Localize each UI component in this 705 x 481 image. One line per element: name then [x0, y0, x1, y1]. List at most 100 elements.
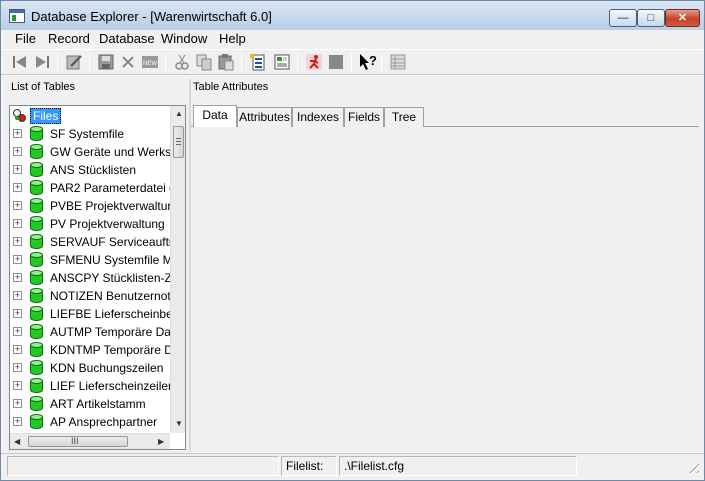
expand-icon[interactable]: +: [13, 381, 22, 390]
tab-attributes[interactable]: Attributes: [237, 107, 292, 127]
columns-icon[interactable]: [389, 53, 407, 71]
expand-icon[interactable]: +: [13, 327, 22, 336]
database-table-icon: [30, 252, 43, 267]
title-bar[interactable]: Database Explorer - [Warenwirtschaft 6.0…: [1, 1, 704, 31]
tree-item-label: NOTIZEN Benutzernoti: [50, 289, 174, 303]
tree-item-label: ART Artikelstamm: [50, 397, 146, 411]
database-table-icon: [30, 378, 43, 393]
tab-content-panel: [191, 127, 699, 451]
last-record-icon[interactable]: [33, 53, 51, 71]
menu-database[interactable]: Database: [99, 31, 155, 46]
tables-tree[interactable]: Files + SF Systemfile + GW Geräte und Werks…: [9, 105, 186, 450]
tree-item-label: SF Systemfile: [50, 127, 125, 141]
expand-icon[interactable]: +: [13, 165, 22, 174]
maximize-button[interactable]: □: [637, 9, 665, 27]
toolbar-separator: [241, 53, 242, 73]
expand-icon[interactable]: +: [13, 399, 22, 408]
status-cell-empty: [7, 456, 279, 476]
table-list-icon[interactable]: [273, 53, 291, 71]
expand-icon[interactable]: +: [13, 219, 22, 228]
new-icon-label: NEW: [143, 61, 157, 67]
scroll-down-arrow-icon[interactable]: ▼: [175, 419, 183, 428]
svg-text:?: ?: [369, 53, 377, 68]
toolbar-separator: [165, 53, 166, 73]
tree-item-label: PVBE Projektverwaltur: [50, 199, 172, 213]
cut-icon[interactable]: [173, 53, 191, 71]
scroll-thumb-grip: III: [71, 436, 79, 446]
tree-item-label: AP Ansprechpartner: [50, 415, 158, 429]
files-root-icon: [12, 108, 28, 124]
tree-item-label: ANS Stücklisten: [50, 163, 137, 177]
expand-icon[interactable]: +: [13, 129, 22, 138]
database-table-icon: [30, 342, 43, 357]
status-filelist-label: Filelist:: [281, 456, 337, 476]
save-icon[interactable]: [97, 53, 115, 71]
close-button[interactable]: ✕: [665, 9, 700, 27]
tree-item-label: LIEFBE Lieferscheinbes: [50, 307, 179, 321]
tree-item-label: SERVAUF Serviceauftra: [50, 235, 180, 249]
tab-indexes[interactable]: Indexes: [292, 107, 344, 127]
tree-item-label: KDN Buchungszeilen: [50, 361, 164, 375]
database-table-icon: [30, 180, 43, 195]
database-table-icon: [30, 162, 43, 177]
tree-vertical-scrollbar[interactable]: ▲ ▼: [170, 106, 185, 433]
stop-icon[interactable]: [327, 53, 345, 71]
expand-icon[interactable]: +: [13, 363, 22, 372]
list-of-tables-header: List of Tables: [11, 81, 76, 93]
edit-icon[interactable]: [65, 53, 83, 71]
expand-icon[interactable]: +: [13, 201, 22, 210]
toolbar-separator: [57, 53, 58, 73]
menu-bar: File Record Database Window Help: [1, 30, 704, 48]
tree-item-label: GW Geräte und Werkst: [50, 145, 175, 159]
attribute-tabs: Data Attributes Indexes Fields Tree: [191, 105, 699, 128]
new-icon[interactable]: NEW: [141, 53, 159, 71]
menu-window[interactable]: Window: [161, 31, 207, 46]
toolbar-separator: [381, 53, 382, 73]
expand-icon[interactable]: +: [13, 147, 22, 156]
expand-icon[interactable]: +: [13, 291, 22, 300]
scroll-left-arrow-icon[interactable]: ◀: [14, 437, 20, 446]
status-filelist-value: .\Filelist.cfg: [339, 456, 577, 476]
tree-item-label: ANSCPY Stücklisten-Zü: [50, 271, 179, 285]
copy-icon[interactable]: [195, 53, 213, 71]
expand-icon[interactable]: +: [13, 273, 22, 282]
window-title: Database Explorer - [Warenwirtschaft 6.0…: [31, 9, 272, 24]
expand-icon[interactable]: +: [13, 345, 22, 354]
horizontal-scroll-thumb[interactable]: III: [28, 436, 128, 447]
expand-icon[interactable]: +: [13, 309, 22, 318]
tree-horizontal-scrollbar[interactable]: ◀ III ▶: [10, 433, 170, 449]
table-info-icon[interactable]: [249, 53, 267, 71]
tree-item-label: SFMENU Systemfile M: [50, 253, 173, 267]
database-table-icon: [30, 126, 43, 141]
menu-help[interactable]: Help: [219, 31, 246, 46]
tab-tree[interactable]: Tree: [384, 107, 424, 127]
menu-file[interactable]: File: [15, 31, 36, 46]
expand-icon[interactable]: +: [13, 255, 22, 264]
vertical-scroll-thumb[interactable]: [173, 126, 184, 158]
help-pointer-icon[interactable]: ?: [359, 53, 377, 71]
database-table-icon: [30, 216, 43, 231]
expand-icon[interactable]: +: [13, 183, 22, 192]
expand-icon[interactable]: +: [13, 237, 22, 246]
database-table-icon: [30, 288, 43, 303]
scroll-right-arrow-icon[interactable]: ▶: [158, 437, 164, 446]
minimize-button[interactable]: —: [609, 9, 637, 27]
status-bar: Filelist: .\Filelist.cfg: [1, 453, 704, 480]
scroll-up-arrow-icon[interactable]: ▲: [175, 109, 183, 118]
expand-icon[interactable]: +: [13, 417, 22, 426]
database-table-icon: [30, 234, 43, 249]
tree-root-label: Files: [30, 108, 62, 124]
delete-icon[interactable]: [119, 53, 137, 71]
tree-item-label: PV Projektverwaltung: [50, 217, 165, 231]
run-icon[interactable]: [305, 53, 323, 71]
database-table-icon: [30, 414, 43, 429]
tab-fields[interactable]: Fields: [344, 107, 384, 127]
paste-icon[interactable]: [217, 53, 235, 71]
database-table-icon: [30, 396, 43, 411]
menu-record[interactable]: Record: [48, 31, 90, 46]
tree-item-label: LIEF Lieferscheinzeilen: [50, 379, 175, 393]
app-icon[interactable]: [9, 9, 25, 23]
first-record-icon[interactable]: [11, 53, 29, 71]
tree-item-label: AUTMP Temporäre Da: [50, 325, 171, 339]
tab-data[interactable]: Data: [193, 105, 237, 128]
